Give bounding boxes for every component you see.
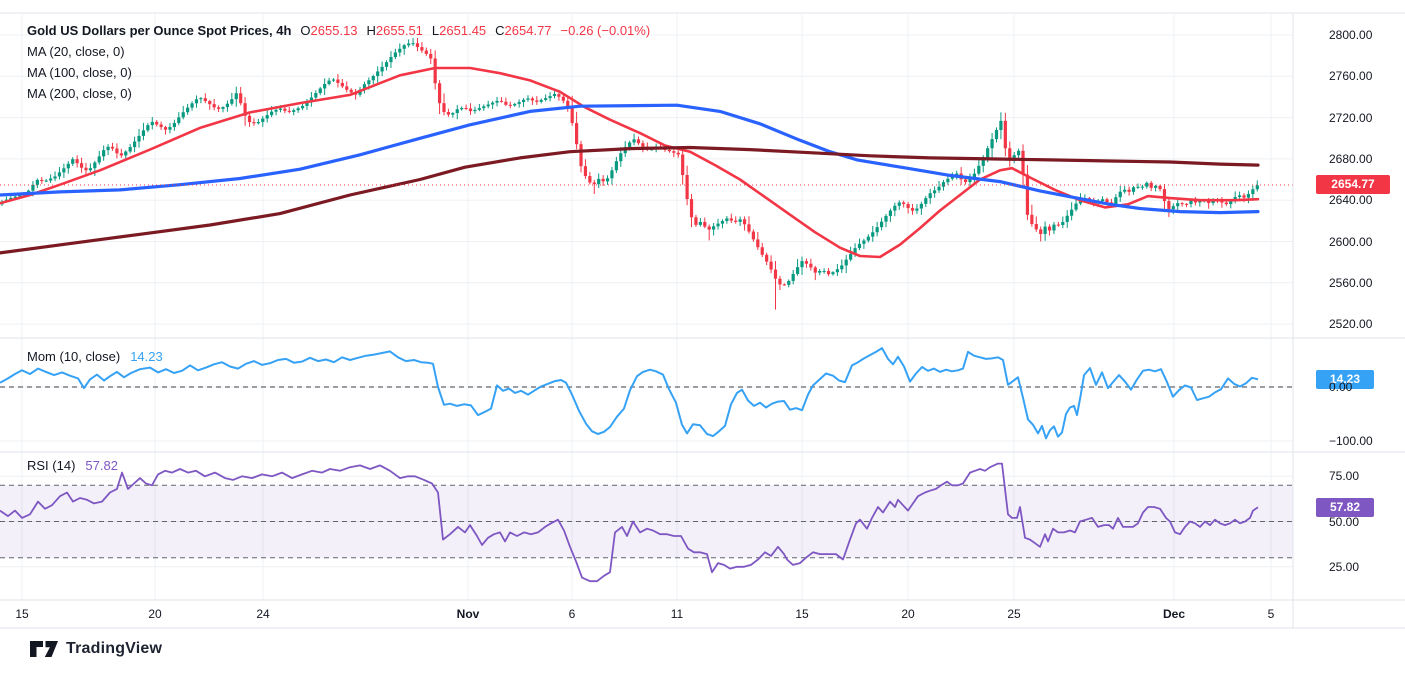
momentum-label: Mom (10, close) [27, 350, 120, 364]
symbol-title: Gold US Dollars per Ounce Spot Prices, 4… [27, 24, 291, 38]
symbol-legend[interactable]: Gold US Dollars per Ounce Spot Prices, 4… [27, 24, 650, 38]
tradingview-logo-icon [30, 640, 58, 658]
rsi-label: RSI (14) [27, 459, 75, 473]
ohlc-low: L2651.45 [432, 24, 486, 38]
rsi-value: 57.82 [85, 459, 118, 473]
ma100-label: MA (100, close, 0) [27, 66, 132, 80]
time-axis-label: 24 [256, 607, 269, 621]
time-axis-label: 5 [1268, 607, 1275, 621]
chart-root: Gold US Dollars per Ounce Spot Prices, 4… [0, 0, 1405, 674]
tradingview-logo[interactable]: TradingView [30, 640, 162, 658]
price-tick-label: 25.00 [1329, 561, 1359, 574]
ma20-legend-item[interactable]: MA (20, close, 0) [27, 45, 125, 59]
price-tick-label: 2520.00 [1329, 318, 1372, 331]
price-tick-label: 2560.00 [1329, 277, 1372, 290]
ohlc-close: C2654.77 [495, 24, 551, 38]
price-tick-label: −100.00 [1329, 435, 1373, 448]
time-axis-label: 11 [671, 607, 683, 621]
price-tick-label: 2640.00 [1329, 194, 1372, 207]
time-axis-label: 20 [148, 607, 161, 621]
time-axis-label: 20 [901, 607, 914, 621]
momentum-legend-item[interactable]: Mom (10, close) 14.23 [27, 350, 163, 364]
price-change: −0.26 (−0.01%) [561, 24, 651, 38]
ohlc-high: H2655.51 [367, 24, 423, 38]
price-tick-label: 50.00 [1329, 516, 1359, 529]
time-axis-label: 25 [1007, 607, 1020, 621]
tradingview-logo-text: TradingView [66, 640, 162, 658]
rsi-legend-item[interactable]: RSI (14) 57.82 [27, 459, 118, 473]
time-axis-label: 6 [569, 607, 576, 621]
ma100-legend-item[interactable]: MA (100, close, 0) [27, 66, 132, 80]
price-tick-label: 2720.00 [1329, 112, 1372, 125]
time-axis-label: Nov [457, 607, 480, 621]
price-tick-label: 2680.00 [1329, 153, 1372, 166]
price-tick-label: 2600.00 [1329, 236, 1372, 249]
momentum-line [0, 348, 1258, 438]
ma20-label: MA (20, close, 0) [27, 45, 125, 59]
time-axis-label: Dec [1163, 607, 1185, 621]
price-tick-label: 2760.00 [1329, 70, 1372, 83]
ma200-legend-item[interactable]: MA (200, close, 0) [27, 87, 132, 101]
price-tick-label: 75.00 [1329, 470, 1359, 483]
candlestick-series [0, 38, 1258, 310]
ma200-label: MA (200, close, 0) [27, 87, 132, 101]
time-axis-label: 15 [15, 607, 28, 621]
chart-canvas[interactable] [0, 0, 1405, 674]
rsi-band [0, 485, 1293, 557]
time-axis-label: 15 [795, 607, 808, 621]
price-tick-label: 0.00 [1329, 381, 1352, 394]
ohlc-open: O2655.13 [300, 24, 357, 38]
last-price-badge: 2654.77 [1316, 175, 1390, 194]
momentum-value: 14.23 [130, 350, 163, 364]
price-tick-label: 2800.00 [1329, 29, 1372, 42]
